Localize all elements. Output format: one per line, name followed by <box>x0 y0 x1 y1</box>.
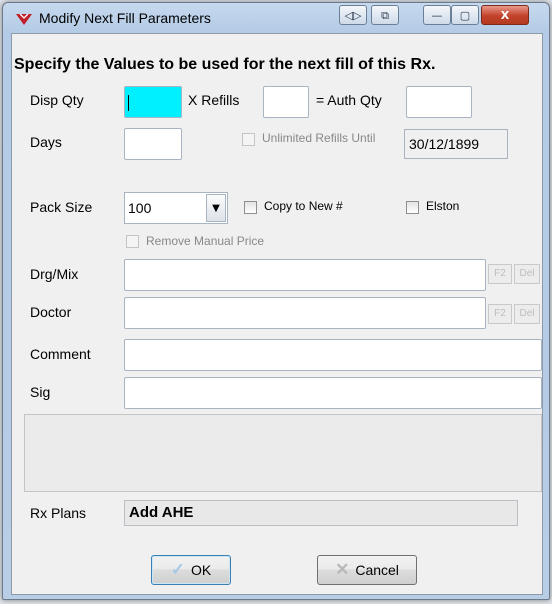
disp-qty-label: Disp Qty <box>30 92 84 108</box>
instructions-heading: Specify the Values to be used for the ne… <box>14 56 436 73</box>
doctor-input[interactable] <box>124 297 486 329</box>
days-input[interactable] <box>124 128 182 160</box>
checkmark-icon: ✓ <box>170 560 185 579</box>
app-icon <box>16 13 32 25</box>
dialog-body: Specify the Values to be used for the ne… <box>11 33 543 595</box>
copy-window-button[interactable]: ⧉ <box>371 5 399 25</box>
pack-size-label: Pack Size <box>30 199 93 215</box>
auth-qty-input[interactable] <box>406 86 472 118</box>
sig-label: Sig <box>30 384 51 400</box>
dialog-window: Modify Next Fill Parameters ◁▷ ⧉ — ▢ X S… <box>2 2 550 600</box>
rx-plans-label: Rx Plans <box>30 505 87 521</box>
refills-input[interactable] <box>263 86 309 118</box>
cancel-x-icon: ✕ <box>335 560 350 579</box>
copy-to-new-label: Copy to New # <box>264 199 343 213</box>
remove-manual-price-label: Remove Manual Price <box>146 234 265 248</box>
pack-size-dropdown[interactable]: 100 ▼ <box>124 192 228 224</box>
chevron-down-icon[interactable]: ▼ <box>206 194 226 222</box>
unlimited-refills-checkbox[interactable] <box>242 133 255 146</box>
sig-input[interactable] <box>124 377 542 409</box>
text-caret <box>128 95 129 111</box>
doctor-f2-button[interactable]: F2 <box>488 304 512 324</box>
minimize-button[interactable]: — <box>423 5 451 25</box>
close-button[interactable]: X <box>481 5 529 25</box>
window-title: Modify Next Fill Parameters <box>39 10 211 26</box>
info-panel <box>24 414 542 492</box>
comment-input[interactable] <box>124 339 542 371</box>
unlimited-until-date[interactable]: 30/12/1899 <box>404 129 508 159</box>
remove-manual-price-checkbox[interactable] <box>126 235 139 248</box>
resize-arrows-button[interactable]: ◁▷ <box>339 5 367 25</box>
elston-checkbox[interactable] <box>406 201 419 214</box>
maximize-button[interactable]: ▢ <box>451 5 479 25</box>
comment-label: Comment <box>30 346 91 362</box>
drug-mix-label: Drg/Mix <box>30 266 79 282</box>
disp-qty-input[interactable] <box>124 86 182 118</box>
drug-mix-input[interactable] <box>124 259 486 291</box>
drug-mix-delete-button[interactable]: Del <box>514 264 540 284</box>
unlimited-refills-label: Unlimited Refills Until <box>262 131 376 145</box>
elston-label: Elston <box>426 199 460 213</box>
doctor-delete-button[interactable]: Del <box>514 304 540 324</box>
drug-mix-f2-button[interactable]: F2 <box>488 264 512 284</box>
auth-qty-label: = Auth Qty <box>316 92 382 108</box>
cancel-button[interactable]: ✕ Cancel <box>317 555 417 585</box>
pack-size-value: 100 <box>128 200 152 216</box>
title-bar[interactable]: Modify Next Fill Parameters ◁▷ ⧉ — ▢ X <box>3 3 549 33</box>
doctor-label: Doctor <box>30 304 72 320</box>
days-label: Days <box>30 134 62 150</box>
ok-button[interactable]: ✓ OK <box>151 555 231 585</box>
refills-label: X Refills <box>188 92 240 108</box>
rx-plans-field: Add AHE <box>124 500 518 526</box>
copy-to-new-checkbox[interactable] <box>244 201 257 214</box>
